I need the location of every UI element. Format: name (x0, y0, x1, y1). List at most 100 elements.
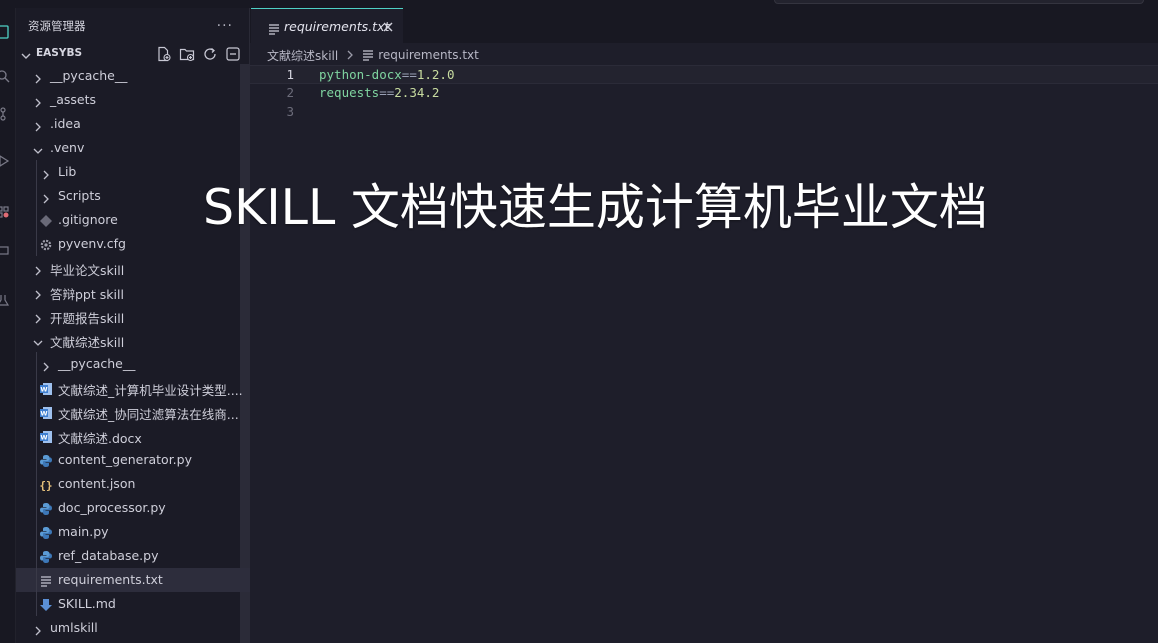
tree-item-label: .gitignore (58, 212, 118, 227)
chevron-right-icon (32, 622, 44, 636)
tree-item-label: content.json (58, 476, 136, 491)
collapse-all-icon[interactable] (225, 46, 241, 62)
python-file-icon (39, 525, 53, 539)
breadcrumb: 文献综述skill requirements.txt (267, 46, 479, 64)
python-file-icon (39, 453, 53, 467)
git-icon (39, 213, 53, 227)
new-file-icon[interactable] (156, 46, 172, 62)
line-number: 1 (286, 67, 294, 82)
file-item[interactable]: doc_processor.py (16, 496, 250, 520)
folder-item[interactable]: _assets (16, 88, 250, 112)
code-editor[interactable]: 1 python-docx==1.2.0 2 requests==2.34.2 … (250, 65, 1158, 122)
file-item[interactable]: requirements.txt (16, 568, 250, 592)
folder-item[interactable]: __pycache__ (16, 64, 250, 88)
python-file-icon (39, 501, 53, 515)
svg-text:W: W (40, 434, 47, 442)
tree-item-label: ref_database.py (58, 548, 159, 563)
project-header[interactable]: EASYBS (16, 44, 249, 64)
explorer-title: 资源管理器 (28, 19, 86, 33)
chevron-right-icon (344, 49, 356, 61)
tree-item-label: _assets (50, 92, 97, 107)
breadcrumb-folder[interactable]: 文献综述skill (267, 47, 338, 64)
source-control-icon[interactable] (0, 106, 10, 121)
file-item[interactable]: W 文献综述.docx (16, 424, 250, 448)
extensions-icon[interactable] (0, 204, 10, 218)
file-item[interactable]: {} content.json (16, 472, 250, 496)
tree-item-label: .idea (50, 116, 81, 131)
code-line[interactable]: 3 (250, 103, 1158, 122)
file-item[interactable]: main.py (16, 520, 250, 544)
package-version: 2.34.2 (394, 85, 440, 100)
folder-item[interactable]: __pycache__ (16, 352, 250, 376)
chevron-down-icon (32, 142, 44, 154)
svg-text:W: W (40, 386, 47, 394)
folder-item[interactable]: .venv (16, 136, 250, 160)
tree-item-label: requirements.txt (58, 572, 163, 587)
chevron-right-icon (32, 94, 44, 108)
folder-item[interactable]: umlskill (16, 616, 250, 640)
folder-item[interactable]: 文献综述skill (16, 328, 250, 352)
chevron-right-icon (32, 70, 44, 84)
code-line[interactable]: 2 requests==2.34.2 (250, 84, 1158, 103)
command-center[interactable] (774, 0, 1144, 4)
breadcrumb-file[interactable]: requirements.txt (378, 48, 479, 62)
title-bar (0, 0, 1158, 8)
line-number: 2 (286, 85, 294, 100)
json-file-icon: {} (39, 477, 53, 492)
indent-guide (36, 160, 37, 256)
tree-item-label: umlskill (50, 620, 98, 635)
remote-explorer-icon[interactable] (0, 243, 10, 257)
file-item[interactable]: content_generator.py (16, 448, 250, 472)
word-file-icon: W (39, 381, 53, 395)
tree-item-label: __pycache__ (50, 68, 128, 83)
search-icon[interactable] (0, 68, 10, 83)
testing-icon[interactable] (0, 292, 10, 306)
gear-icon (39, 237, 53, 251)
tree-item-label: pyvenv.cfg (58, 236, 126, 251)
chevron-down-icon (20, 47, 32, 59)
file-item[interactable]: W 文献综述_协同过滤算法在线商... (16, 400, 250, 424)
tree-item-label: __pycache__ (58, 356, 136, 371)
tree-item-label: .venv (50, 140, 85, 155)
folder-item[interactable]: 答辩ppt skill (16, 280, 250, 304)
markdown-file-icon (39, 597, 53, 611)
chevron-down-icon (32, 334, 44, 346)
new-folder-icon[interactable] (179, 46, 195, 62)
file-item[interactable]: ref_database.py (16, 544, 250, 568)
explorer-header: 资源管理器 ··· (16, 8, 249, 44)
file-item[interactable]: W 文献综述_计算机毕业设计类型.... (16, 376, 250, 400)
folder-item[interactable]: 开题报告skill (16, 304, 250, 328)
indent-guide (36, 352, 37, 616)
folder-item[interactable]: .idea (16, 112, 250, 136)
code-line[interactable]: 1 python-docx==1.2.0 (250, 65, 1158, 84)
tree-item-label: 毕业论文skill (50, 263, 125, 278)
version-operator: == (379, 85, 395, 100)
tree-item-label: doc_processor.py (58, 500, 166, 515)
package-name: python-docx (319, 67, 402, 82)
explorer-icon[interactable] (0, 24, 10, 39)
more-actions-icon[interactable]: ··· (217, 18, 233, 34)
tab-requirements[interactable]: requirements.txt (251, 8, 403, 43)
tree-item-label: SKILL.md (58, 596, 116, 611)
chevron-right-icon (40, 166, 52, 180)
tree-item-label: content_generator.py (58, 452, 192, 467)
python-file-icon (39, 549, 53, 563)
tree-item-label: 答辩ppt skill (50, 287, 124, 302)
tab-label: requirements.txt (284, 19, 390, 34)
svg-text:{}: {} (39, 479, 52, 492)
file-item[interactable]: SKILL.md (16, 592, 250, 616)
folder-item[interactable]: 毕业论文skill (16, 256, 250, 280)
tree-item-label: 文献综述_计算机毕业设计类型.... (58, 383, 243, 398)
tree-item-label: 文献综述_协同过滤算法在线商... (58, 407, 239, 422)
run-debug-icon[interactable] (0, 153, 10, 167)
text-file-icon (362, 49, 374, 61)
word-file-icon: W (39, 429, 53, 443)
chevron-right-icon (32, 310, 44, 324)
line-content: python-docx==1.2.0 (319, 67, 455, 82)
text-file-icon (39, 573, 53, 587)
tree-item-label: 文献综述.docx (58, 431, 142, 446)
refresh-icon[interactable] (202, 46, 218, 62)
editor-tabs: requirements.txt (250, 8, 1158, 43)
close-icon[interactable] (381, 19, 395, 33)
chevron-right-icon (32, 262, 44, 276)
